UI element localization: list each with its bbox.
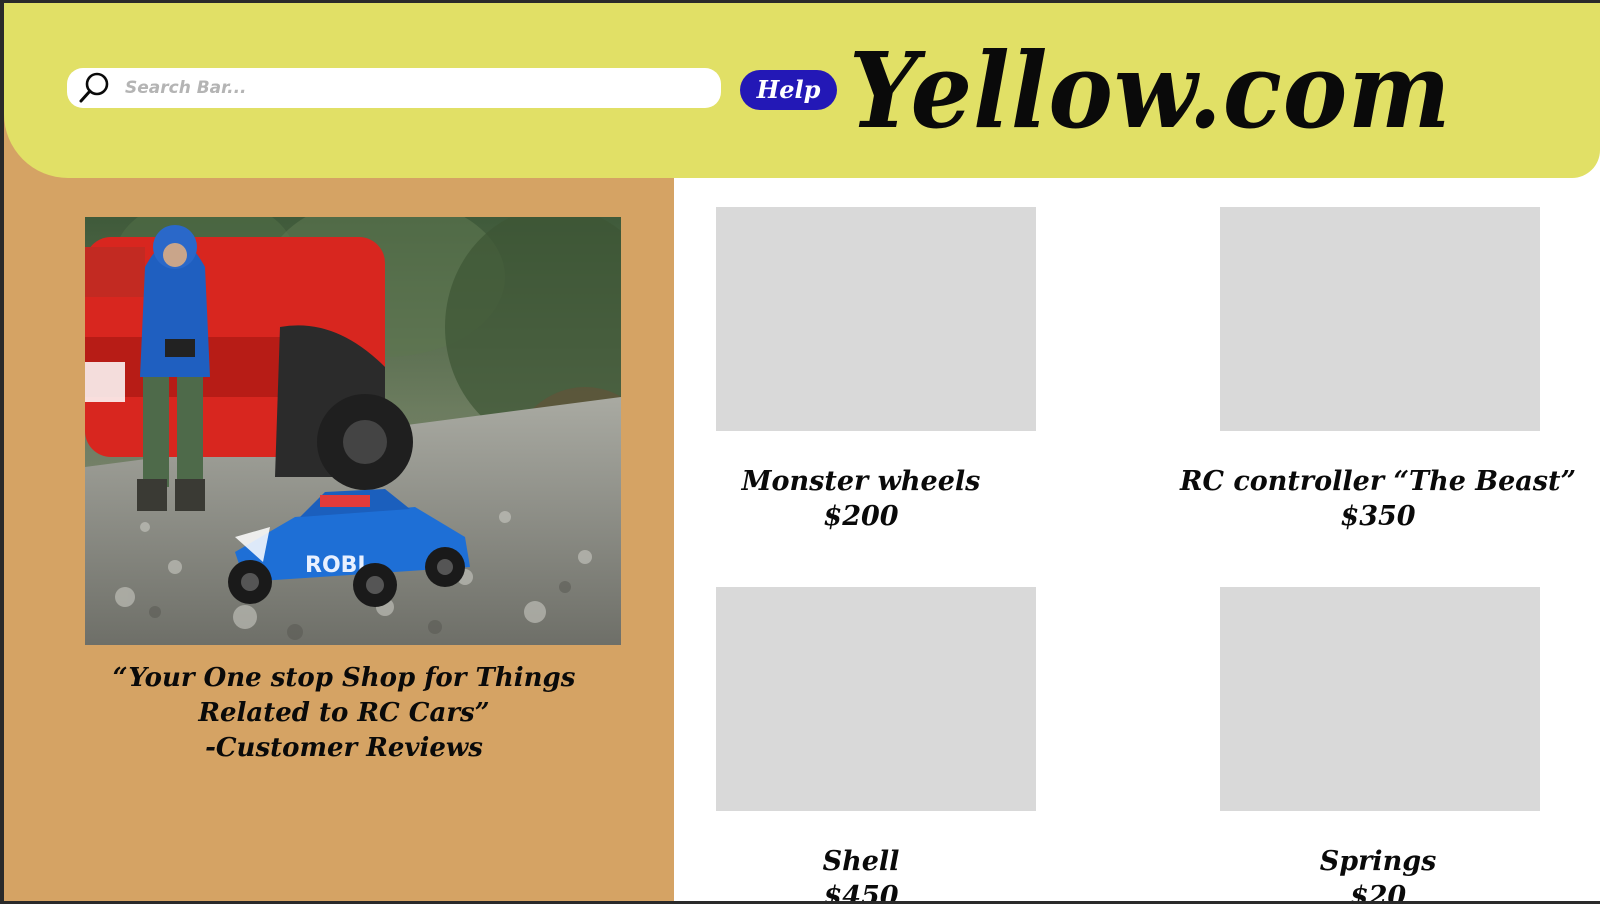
product-name[interactable]: RC controller “The Beast” xyxy=(1158,464,1598,499)
product-image-placeholder[interactable] xyxy=(1220,207,1540,431)
site-logo[interactable]: Yellow.com xyxy=(849,21,1519,161)
testimonial-line-2: Related to RC Cars” xyxy=(198,698,490,728)
testimonial-line-1: “Your One stop Shop for Things xyxy=(112,663,576,693)
product-image-placeholder[interactable] xyxy=(716,587,1036,811)
product-price: $20 xyxy=(1349,881,1407,901)
product-name[interactable]: Shell xyxy=(641,844,1081,879)
search-input[interactable] xyxy=(125,68,705,108)
search-icon xyxy=(79,72,109,103)
search-bar[interactable] xyxy=(67,68,721,108)
hero-photo: ROBI xyxy=(85,217,621,645)
testimonial-quote: “Your One stop Shop for Things Related t… xyxy=(44,661,644,766)
product-image-placeholder[interactable] xyxy=(716,207,1036,431)
product-name[interactable]: Monster wheels xyxy=(641,464,1081,499)
hero-image: ROBI xyxy=(85,217,621,645)
product-price: $200 xyxy=(823,501,899,532)
product-price: $450 xyxy=(823,881,899,901)
page-frame: ROBI “Your One stop Shop for Things Rela… xyxy=(4,3,1600,901)
testimonial-attribution: -Customer Reviews xyxy=(205,733,483,763)
product-image-placeholder[interactable] xyxy=(1220,587,1540,811)
help-button[interactable]: Help xyxy=(740,70,837,110)
product-name[interactable]: Springs xyxy=(1158,844,1598,879)
header-bar: Help Yellow.com xyxy=(4,3,1600,178)
product-price: $350 xyxy=(1340,501,1416,532)
